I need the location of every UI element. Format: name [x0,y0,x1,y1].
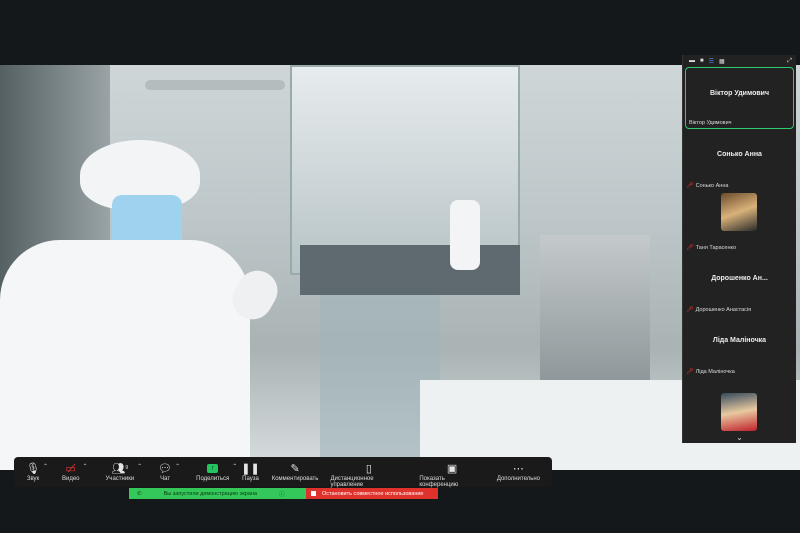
microphone-icon: 🎙︎ [26,462,40,475]
more-button[interactable]: ⋯ Дополнительно [496,460,540,483]
participant-tile[interactable]: Сонько Анна 🎤︎ Сонько Анна [683,129,796,191]
participants-gallery-panel: ▬ ■ ☰ ▦ ⤢ Віктор Удимович Віктор Удимови… [682,55,796,443]
stop-share-label: Остановить совместное использование [322,490,424,497]
shared-screen-video [0,65,800,470]
button-label: Чат [160,476,171,482]
chat-icon: 💬︎ [158,462,173,475]
participants-icon: 👥︎ 9 [111,462,129,475]
participant-name: Таня Тарасенко [695,244,737,251]
view-switcher: ▬ ■ ☰ ▦ ⤢ [683,55,796,67]
participant-count: 9 [125,465,129,471]
chevron-up-icon[interactable]: ⌃ [82,463,87,470]
participant-title: Сонько Анна [717,151,762,158]
participant-tile[interactable]: Ліда Маліночка 🎤︎ Ліда Маліночка [683,315,796,377]
muted-mic-icon: 🎤︎ [686,369,694,375]
video-off-icon: ▭̸ [65,462,76,475]
remote-control-button[interactable]: ▯ Дистанционное управление [330,460,407,489]
button-label: Видео [61,476,80,482]
chevron-up-icon[interactable]: ⌃ [137,463,142,470]
participant-name: Ліда Маліночка [695,368,735,375]
button-label: Пауза [242,476,259,482]
participant-tile[interactable]: Віктор Удимович Віктор Удимович [685,67,794,129]
audio-button[interactable]: 🎙︎ ⌃ Звук [26,460,48,483]
expand-icon[interactable]: ⤢ [787,58,792,65]
participant-tile[interactable]: 🎤︎ Таня Тарасенко [683,191,796,253]
info-icon[interactable]: ⓘ [279,490,285,498]
scroll-down-chevron-icon[interactable]: ⌄ [683,433,796,442]
sharing-status-banner: ✆ Вы запустили демонстрацию экрана ⓘ [129,488,306,499]
button-label: Дополнительно [496,476,540,482]
mouse-icon: ▯ [365,462,372,475]
chat-button[interactable]: 💬︎ ⌃ Чат [158,460,180,483]
button-label: Комментировать [271,476,319,482]
button-label: Звук [26,476,40,482]
button-label: Показать конференцию [419,476,459,488]
participant-title: Ліда Маліночка [712,337,767,344]
participant-video-thumbnail [721,193,757,231]
muted-mic-icon: 🎤︎ [686,183,694,189]
button-label: Поделиться [196,476,230,482]
muted-mic-icon: 🎤︎ [686,307,694,313]
participant-name: Дорошенко Анастасія [695,306,752,313]
share-button[interactable]: ↑ ⌃ Поделиться [196,460,237,482]
participant-name: Сонько Анна [695,182,729,189]
video-button[interactable]: ▭̸ ⌃ Видео [61,460,88,483]
phone-icon: ✆ [137,490,142,497]
sharing-status-text: Вы запустили демонстрацию экрана [163,490,257,497]
stop-icon [311,491,316,496]
strip-view-icon[interactable]: ☰ [709,58,714,65]
chevron-up-icon[interactable]: ⌃ [232,463,237,470]
pause-icon: ❚❚ [241,462,260,475]
minimize-icon[interactable]: ▬ [689,58,695,64]
button-label: Дистанционное управление [330,476,374,488]
chevron-up-icon[interactable]: ⌃ [43,463,48,470]
participants-button[interactable]: 👥︎ 9 ⌃ Участники [105,460,143,483]
grid-view-icon[interactable]: ▦ [719,58,725,65]
annotate-icon: ✎ [290,462,300,475]
annotate-button[interactable]: ✎ Комментировать [271,460,319,483]
button-label: Участники [105,476,135,482]
participant-title: Віктор Удимович [709,90,770,97]
stop-share-button[interactable]: Остановить совместное использование [306,488,438,499]
show-meeting-icon: ▣ [446,462,458,475]
participant-title: Дорошенко Ан... [711,275,768,282]
pause-button[interactable]: ❚❚ Пауза [241,460,260,483]
chevron-up-icon[interactable]: ⌃ [175,463,180,470]
more-icon: ⋯ [512,462,524,475]
show-meeting-button[interactable]: ▣ Показать конференцию [419,460,484,489]
single-view-icon[interactable]: ■ [700,58,704,64]
participant-tile[interactable]: Дорошенко Ан... 🎤︎ Дорошенко Анастасія [683,253,796,315]
muted-mic-icon: 🎤︎ [686,245,694,251]
participant-video-thumbnail [721,393,757,431]
participant-name: Віктор Удимович [689,120,732,126]
share-screen-icon: ↑ [207,463,219,473]
meeting-toolbar: 🎙︎ ⌃ Звук ▭̸ ⌃ Видео 👥︎ 9 ⌃ Участники 💬︎ ⌃ Чат ↑ ⌃… [14,457,552,489]
